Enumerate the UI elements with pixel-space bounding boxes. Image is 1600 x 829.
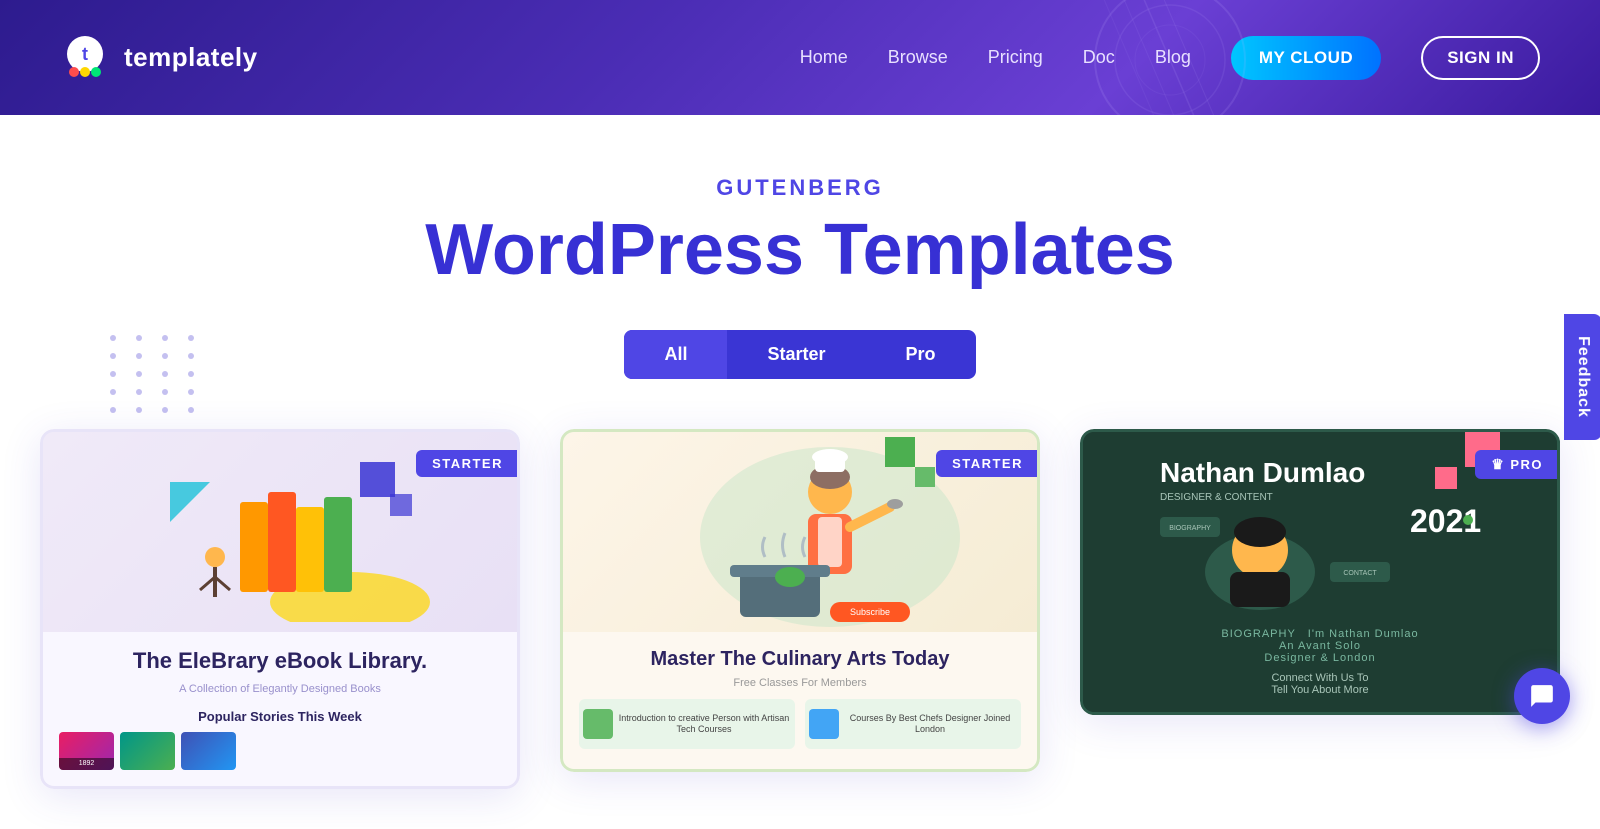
card-1-books-row: 1892 — [59, 732, 501, 770]
hero-subtitle: GUTENBERG — [20, 175, 1580, 201]
nav-pricing[interactable]: Pricing — [988, 47, 1043, 68]
chat-bubble[interactable] — [1514, 668, 1570, 724]
template-card-1[interactable]: STARTER The EleBrary eBook Library. A Co… — [40, 429, 520, 788]
filter-all[interactable]: All — [624, 330, 727, 379]
feedback-tab[interactable]: Feedback — [1564, 314, 1600, 440]
sign-in-button[interactable]: SIGN IN — [1421, 36, 1540, 80]
book-thumb-3 — [181, 732, 236, 770]
template-card-3[interactable]: Nathan Dumlao DESIGNER & CONTENT 2021 — [1080, 429, 1560, 715]
card-2-badge: STARTER — [936, 450, 1039, 477]
svg-text:Nathan Dumlao: Nathan Dumlao — [1160, 457, 1365, 488]
hero-section: GUTENBERG WordPress Templates All Starte… — [0, 115, 1600, 829]
filter-bar: All Starter Pro — [624, 330, 975, 379]
card-2-courses: Introduction to creative Person with Art… — [579, 699, 1021, 753]
card-3-extra: Connect With Us ToTell You About More — [1099, 672, 1541, 696]
card-2-course-1: Introduction to creative Person with Art… — [579, 699, 795, 753]
svg-text:Subscribe: Subscribe — [850, 607, 890, 617]
logo[interactable]: t templately — [60, 32, 258, 84]
card-1-title: The EleBrary eBook Library. — [59, 648, 501, 674]
card-3-body: BIOGRAPHY I'm Nathan DumlaoAn Avant Solo… — [1083, 612, 1557, 712]
template-card-2[interactable]: Subscribe STARTER Master The Culinary Ar… — [560, 429, 1040, 772]
card-2-course-2: Courses By Best Chefs Designer Joined Lo… — [805, 699, 1021, 753]
svg-text:DESIGNER & CONTENT: DESIGNER & CONTENT — [1160, 492, 1273, 503]
card-1-body: The EleBrary eBook Library. A Collection… — [43, 632, 517, 785]
book-thumb-2 — [120, 732, 175, 770]
filter-pro[interactable]: Pro — [866, 330, 976, 379]
card-1-badge: STARTER — [416, 450, 519, 477]
svg-text:t: t — [82, 44, 88, 64]
hero-title: WordPress Templates — [20, 211, 1580, 290]
dot-grid-decoration — [110, 335, 202, 413]
logo-text: templately — [124, 42, 258, 73]
card-2-desc: Free Classes For Members — [579, 677, 1021, 689]
svg-text:CONTACT: CONTACT — [1343, 570, 1377, 577]
card-2-title: Master The Culinary Arts Today — [579, 648, 1021, 671]
logo-icon: t — [60, 32, 112, 84]
cards-row: STARTER The EleBrary eBook Library. A Co… — [20, 429, 1580, 788]
card-3-labels: BIOGRAPHY I'm Nathan DumlaoAn Avant Solo… — [1099, 628, 1541, 664]
card-1-desc: A Collection of Elegantly Designed Books — [59, 683, 501, 695]
header-decoration — [1060, 0, 1280, 115]
card-3-badge: ♛ PRO — [1475, 450, 1559, 479]
filter-starter[interactable]: Starter — [727, 330, 865, 379]
header: t templately Home Browse Pricing Doc Blo… — [0, 0, 1600, 115]
card-1-section: Popular Stories This Week — [59, 709, 501, 724]
nav-browse[interactable]: Browse — [888, 47, 948, 68]
nav-home[interactable]: Home — [800, 47, 848, 68]
book-thumb-1: 1892 — [59, 732, 114, 770]
svg-text:BIOGRAPHY: BIOGRAPHY — [1169, 525, 1211, 532]
card-2-body: Master The Culinary Arts Today Free Clas… — [563, 632, 1037, 769]
